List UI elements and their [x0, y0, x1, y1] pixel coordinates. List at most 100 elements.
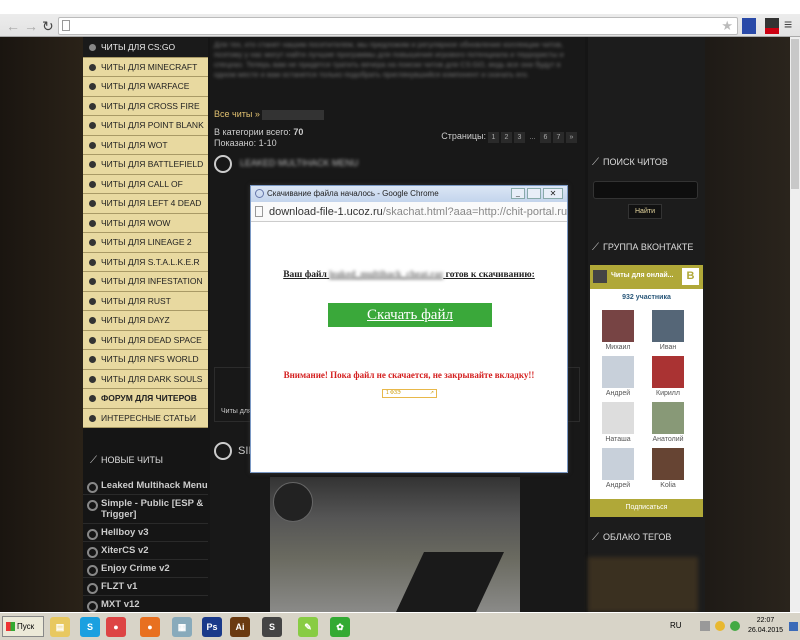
- menu-item[interactable]: ЧИТЫ ДЛЯ LINEAGE 2: [83, 233, 208, 253]
- section-title: ПОИСК ЧИТОВ: [603, 157, 668, 167]
- member-avatar: [652, 310, 684, 342]
- rifle-icon: ⟋: [592, 157, 599, 168]
- vk-member[interactable]: Наташа: [600, 402, 636, 443]
- download-popup-window: Скачивание файла началось - Google Chrom…: [250, 185, 568, 473]
- back-icon[interactable]: ←: [6, 18, 20, 34]
- member-avatar: [602, 402, 634, 434]
- menu-item[interactable]: ЧИТЫ ДЛЯ NFS WORLD: [83, 350, 208, 370]
- group-name[interactable]: Читы для онлай...: [611, 272, 673, 279]
- chrome-icon[interactable]: ●: [106, 617, 126, 637]
- rifle: [396, 552, 504, 612]
- rifle-icon: ⟋: [592, 532, 599, 543]
- tray-icon[interactable]: [730, 621, 740, 631]
- menu-item[interactable]: ЧИТЫ ДЛЯ CROSS FIRE: [83, 96, 208, 116]
- menu-item[interactable]: ЧИТЫ ДЛЯ S.T.A.L.K.E.R: [83, 252, 208, 272]
- page-icon: [255, 206, 263, 217]
- menu-item[interactable]: ЧИТЫ ДЛЯ CALL OF DUTY: [83, 174, 208, 208]
- notepad-icon[interactable]: ✎: [298, 617, 318, 637]
- group-avatar: [593, 270, 607, 283]
- menu-item[interactable]: ЧИТЫ ДЛЯ LEFT 4 DEAD 2: [83, 194, 208, 227]
- member-avatar: [602, 356, 634, 388]
- popup-address-bar[interactable]: download-file-1.ucoz.ru/skachat.html?aaa…: [251, 202, 567, 222]
- illustrator-icon[interactable]: Ai: [230, 617, 250, 637]
- forward-icon[interactable]: →: [24, 18, 38, 34]
- member-avatar: [602, 448, 634, 480]
- menu-item[interactable]: ЧИТЫ ДЛЯ BATTLEFIELD: [83, 155, 208, 175]
- page-link[interactable]: 3: [514, 132, 525, 143]
- maximize-button[interactable]: [527, 188, 541, 199]
- vk-member[interactable]: Иван: [650, 310, 686, 351]
- vk-member[interactable]: Андрей: [600, 356, 636, 397]
- extension-icon[interactable]: [742, 18, 756, 34]
- page-link[interactable]: 6: [540, 132, 551, 143]
- menu-item[interactable]: ЧИТЫ ДЛЯ INFESTATION: [83, 272, 208, 292]
- explorer-icon[interactable]: ▤: [50, 617, 70, 637]
- start-button[interactable]: Пуск: [2, 616, 44, 637]
- sublime-icon[interactable]: S: [262, 617, 282, 637]
- menu-item[interactable]: ЧИТЫ ДЛЯ POINT BLANK: [83, 116, 208, 136]
- star-icon[interactable]: ★: [721, 18, 733, 34]
- section-title: ОБЛАКО ТЕГОВ: [603, 532, 672, 542]
- search-button[interactable]: Найти: [628, 204, 662, 219]
- menu-item[interactable]: ЧИТЫ ДЛЯ CS:GO: [83, 38, 208, 58]
- new-cheat-link[interactable]: XiterCS v2: [83, 542, 208, 560]
- vk-member[interactable]: Андрей: [600, 448, 636, 489]
- new-cheat-link[interactable]: Leaked Multihack Menu: [83, 477, 208, 495]
- calculator-icon[interactable]: ▦: [172, 617, 192, 637]
- download-file-button[interactable]: Скачать файл: [328, 303, 492, 327]
- tray-icon[interactable]: [715, 621, 725, 631]
- minimize-button[interactable]: _: [511, 188, 525, 199]
- subscribe-button[interactable]: Подписаться: [590, 499, 703, 517]
- close-button[interactable]: ✕: [543, 188, 563, 199]
- extension-icon[interactable]: [765, 18, 779, 34]
- game-screenshot[interactable]: [270, 477, 520, 612]
- menu-item[interactable]: ЧИТЫ ДЛЯ WOW: [83, 213, 208, 233]
- page-link[interactable]: 7: [553, 132, 564, 143]
- new-cheat-link[interactable]: FLZT v1: [83, 578, 208, 596]
- menu-item[interactable]: ЧИТЫ ДЛЯ WOT: [83, 135, 208, 155]
- reload-icon[interactable]: ↻: [42, 18, 54, 35]
- vk-member[interactable]: Кирилл: [650, 356, 686, 397]
- tray-icon[interactable]: [700, 621, 710, 631]
- new-cheat-link[interactable]: Hellboy v3: [83, 524, 208, 542]
- chrome-icon: [255, 189, 264, 198]
- menu-item[interactable]: ЧИТЫ ДЛЯ WARFACE: [83, 77, 208, 97]
- windows-logo-icon: [6, 622, 15, 631]
- show-desktop-button[interactable]: [789, 622, 798, 631]
- page-link[interactable]: ...: [527, 132, 538, 143]
- skype-icon[interactable]: S: [80, 617, 100, 637]
- language-indicator[interactable]: RU: [670, 621, 682, 630]
- menu-icon[interactable]: ≡: [784, 16, 792, 32]
- menu-item[interactable]: ФОРУМ ДЛЯ ЧИТЕРОВ: [83, 389, 208, 409]
- menu-item[interactable]: ЧИТЫ ДЛЯ DARK SOULS 2: [83, 369, 208, 403]
- menu-item[interactable]: ЧИТЫ ДЛЯ DAYZ: [83, 311, 208, 331]
- member-name: Андрей: [605, 390, 631, 397]
- page-link[interactable]: »: [566, 132, 577, 143]
- new-cheat-link[interactable]: Enjoy Crime v2: [83, 560, 208, 578]
- all-cheats-link[interactable]: Все читы »: [214, 109, 325, 120]
- new-cheat-link[interactable]: Simple - Public [ESP & Trigger]: [83, 495, 208, 524]
- vk-member[interactable]: Анатолий: [650, 402, 686, 443]
- counter-badge[interactable]: 1 ФЗЭ ↗: [382, 389, 437, 398]
- page-link[interactable]: 2: [501, 132, 512, 143]
- search-input[interactable]: [593, 181, 698, 199]
- menu-item[interactable]: ЧИТЫ ДЛЯ MINECRAFT: [83, 57, 208, 77]
- post-title[interactable]: LEAKED MULTIHACK MENU: [240, 158, 358, 168]
- menu-item[interactable]: ИНТЕРЕСНЫЕ СТАТЬИ: [83, 408, 208, 428]
- scrollbar[interactable]: [790, 37, 800, 612]
- vk-member[interactable]: Михаил: [600, 310, 636, 351]
- firefox-icon[interactable]: ●: [140, 617, 160, 637]
- vk-member[interactable]: Kolia: [650, 448, 686, 489]
- page-link[interactable]: 1: [488, 132, 499, 143]
- member-avatar: [652, 448, 684, 480]
- clock[interactable]: 22:07 26.04.2015: [748, 616, 783, 636]
- address-bar[interactable]: ★: [58, 17, 738, 35]
- photoshop-icon[interactable]: Ps: [202, 617, 222, 637]
- background-art: [0, 37, 83, 612]
- menu-item[interactable]: ЧИТЫ ДЛЯ RUST: [83, 291, 208, 311]
- menu-item[interactable]: ЧИТЫ ДЛЯ DEAD SPACE 2: [83, 330, 208, 364]
- arrow-icon: ↗: [429, 390, 434, 396]
- icq-icon[interactable]: ✿: [330, 617, 350, 637]
- pagination: Страницы: 1 2 3... 6 7»: [441, 131, 577, 143]
- rifle-icon: ⟋: [592, 242, 599, 253]
